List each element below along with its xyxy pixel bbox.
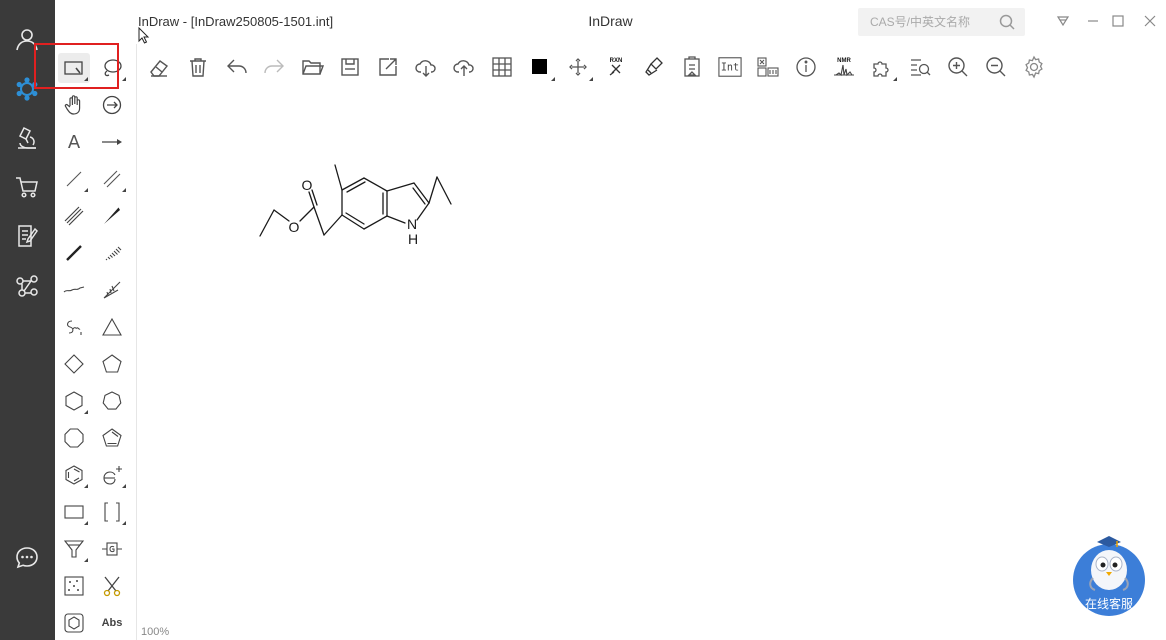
atom-N[interactable]: N: [407, 216, 417, 232]
text-tool[interactable]: A: [58, 127, 90, 157]
abs-stereo-tool[interactable]: Abs: [96, 608, 128, 638]
title-bar: InDraw - [InDraw250805-1501.int] InDraw: [55, 0, 1166, 44]
electron-charge-tool[interactable]: [96, 460, 128, 490]
chain-tool[interactable]: [58, 312, 90, 342]
maximize-icon[interactable]: [1109, 12, 1127, 30]
bold-bond-tool[interactable]: [58, 238, 90, 268]
hexagon-ring-tool[interactable]: [58, 386, 90, 416]
user-icon[interactable]: [12, 24, 42, 54]
grid-icon[interactable]: [486, 50, 518, 84]
square-ring-tool[interactable]: [58, 349, 90, 379]
structure-icon[interactable]: [12, 74, 42, 104]
double-bond-tool[interactable]: [96, 164, 128, 194]
cloud-download-icon[interactable]: [410, 50, 442, 84]
triangle-ring-tool[interactable]: [96, 312, 128, 342]
left-rail: [0, 0, 55, 640]
rxn-label: RXN: [610, 58, 623, 64]
abs-label: Abs: [101, 617, 123, 629]
pentagon-ring-tool[interactable]: [96, 349, 128, 379]
info-icon[interactable]: [790, 50, 822, 84]
drawing-canvas[interactable]: O O N H: [137, 88, 1166, 640]
minimize-icon[interactable]: [1084, 12, 1102, 30]
export-icon[interactable]: [372, 50, 404, 84]
nmr-label: NMR: [837, 58, 851, 64]
document-title: InDraw - [InDraw250805-1501.int]: [138, 14, 334, 29]
microscope-icon[interactable]: [12, 123, 42, 153]
wedge-bond-tool[interactable]: [96, 201, 128, 231]
delete-icon[interactable]: [182, 50, 214, 84]
triple-bond-tool[interactable]: [58, 201, 90, 231]
wavy-bond-tool[interactable]: [58, 275, 90, 305]
atom-O-ester[interactable]: O: [289, 219, 300, 235]
single-bond-tool[interactable]: [58, 164, 90, 194]
rectangle-shape-tool[interactable]: [58, 497, 90, 527]
redo-icon[interactable]: [258, 50, 290, 84]
benzene-tool[interactable]: [58, 460, 90, 490]
save-icon[interactable]: [334, 50, 366, 84]
atom-H[interactable]: H: [408, 231, 418, 247]
zoom-in-icon[interactable]: [942, 50, 974, 84]
lasso-tool[interactable]: [96, 53, 128, 83]
brackets-tool[interactable]: [96, 497, 128, 527]
app-title: InDraw: [588, 13, 633, 29]
support-label: 在线客服: [1084, 597, 1133, 611]
search-icon[interactable]: [998, 13, 1016, 31]
notes-icon[interactable]: [12, 221, 42, 251]
open-folder-icon[interactable]: [296, 50, 328, 84]
cut-tool[interactable]: [96, 571, 128, 601]
network-icon[interactable]: [12, 271, 42, 301]
chat-icon[interactable]: [12, 543, 42, 573]
funnel-lab-tool[interactable]: [58, 534, 90, 564]
dropdown-menu-icon[interactable]: [1054, 12, 1072, 30]
search-zoom-icon[interactable]: [904, 50, 936, 84]
int-format-icon[interactable]: Int: [714, 50, 746, 84]
octagon-ring-tool[interactable]: [58, 423, 90, 453]
owl-mascot-icon: [1089, 536, 1129, 591]
tool-palette: A Abs: [55, 44, 137, 640]
close-icon[interactable]: [1141, 12, 1159, 30]
reaction-clean-icon[interactable]: RXN: [600, 50, 632, 84]
puzzle-icon[interactable]: [866, 50, 898, 84]
color-picker-icon[interactable]: [524, 50, 556, 84]
int-label: Int: [721, 63, 739, 74]
cleanup-icon[interactable]: [562, 50, 594, 84]
heptagon-ring-tool[interactable]: [96, 386, 128, 416]
bond: [299, 206, 315, 222]
mouse-cursor-icon: [138, 27, 150, 44]
atom-O-carbonyl[interactable]: O: [302, 177, 313, 193]
group-tool[interactable]: [96, 534, 128, 564]
clean-brush-icon[interactable]: [638, 50, 670, 84]
settings-gear-icon[interactable]: [1018, 50, 1050, 84]
bond: [259, 209, 275, 237]
bond: [273, 209, 290, 222]
hand-pan-tool[interactable]: [58, 90, 90, 120]
arrow-tool[interactable]: [96, 127, 128, 157]
cloud-upload-icon[interactable]: [448, 50, 480, 84]
clipboard-icon[interactable]: [676, 50, 708, 84]
undo-icon[interactable]: [221, 50, 253, 84]
structure-name-icon[interactable]: [752, 50, 784, 84]
eraser-icon[interactable]: [143, 50, 175, 84]
main-toolbar: RXN Int NMR: [137, 50, 1166, 86]
nmr-icon[interactable]: NMR: [828, 50, 860, 84]
online-support-button[interactable]: 在线客服: [1073, 532, 1145, 616]
molecule-drawing[interactable]: O O N H: [137, 88, 1166, 640]
zoom-out-icon[interactable]: [980, 50, 1012, 84]
zoom-level: 100%: [141, 626, 170, 638]
atom-map-tool[interactable]: [58, 571, 90, 601]
cyclopentadiene-tool[interactable]: [96, 423, 128, 453]
rotate-tool[interactable]: [96, 90, 128, 120]
hashed-wedge-tool[interactable]: [96, 238, 128, 268]
text-tool-label: A: [67, 131, 81, 153]
stereo-ring-tool[interactable]: [58, 608, 90, 638]
select-rect-tool[interactable]: [58, 53, 90, 83]
cart-icon[interactable]: [12, 172, 42, 202]
hashed-bond-tool[interactable]: [96, 275, 128, 305]
